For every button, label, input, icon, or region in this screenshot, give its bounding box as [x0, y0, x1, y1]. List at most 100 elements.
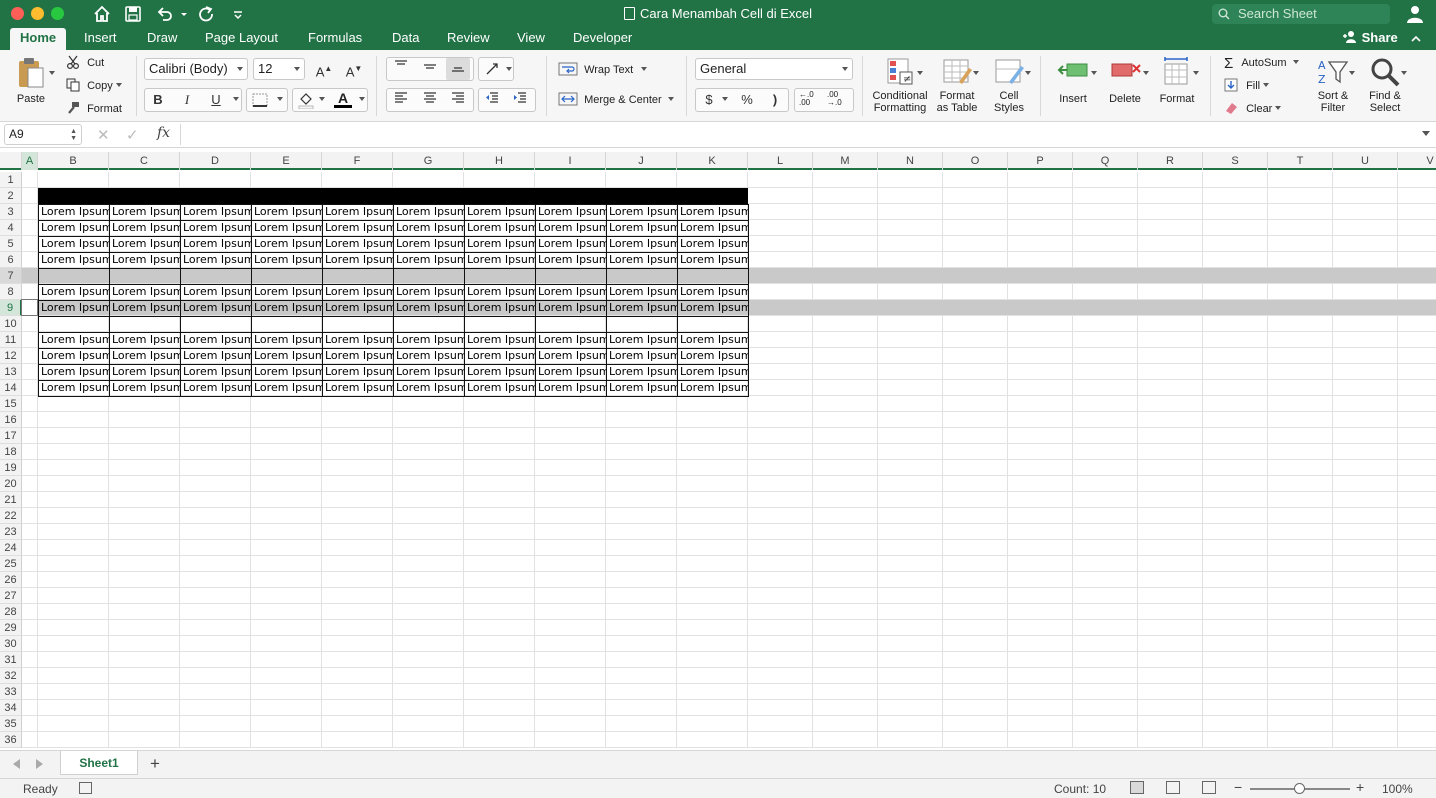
tab-view[interactable]: View — [507, 28, 555, 50]
column-header-e[interactable]: E — [251, 152, 322, 170]
table-cell-j7[interactable] — [606, 268, 678, 285]
row-header-22[interactable]: 22 — [0, 508, 22, 524]
table-cell-e11[interactable]: Lorem Ipsum — [251, 332, 323, 349]
align-center-button[interactable] — [418, 89, 442, 111]
column-header-f[interactable]: F — [322, 152, 393, 170]
row-header-20[interactable]: 20 — [0, 476, 22, 492]
column-header-c[interactable]: C — [109, 152, 180, 170]
table-cell-f6[interactable]: Lorem Ipsum — [322, 252, 394, 269]
table-cell-j11[interactable]: Lorem Ipsum — [606, 332, 678, 349]
column-header-i[interactable]: I — [535, 152, 606, 170]
column-header-v[interactable]: V — [1398, 152, 1436, 170]
column-header-k[interactable]: K — [677, 152, 748, 170]
sort-filter-button[interactable]: AZ Sort & Filter — [1310, 56, 1356, 114]
row-header-31[interactable]: 31 — [0, 652, 22, 668]
table-cell-e3[interactable]: Lorem Ipsum — [251, 204, 323, 221]
table-cell-b3[interactable]: Lorem Ipsum — [38, 204, 110, 221]
table-cell-d4[interactable]: Lorem Ipsum — [180, 220, 252, 237]
table-cell-j13[interactable]: Lorem Ipsum — [606, 364, 678, 381]
row-header-10[interactable]: 10 — [0, 316, 22, 332]
align-bottom-button[interactable] — [446, 58, 470, 80]
table-cell-e7[interactable] — [251, 268, 323, 285]
zoom-in-button[interactable]: + — [1356, 779, 1364, 795]
font-color-button[interactable]: A — [334, 90, 352, 108]
table-cell-g11[interactable]: Lorem Ipsum — [393, 332, 465, 349]
table-cell-d7[interactable] — [180, 268, 252, 285]
table-cell-h11[interactable]: Lorem Ipsum — [464, 332, 536, 349]
copy-button[interactable]: Copy — [66, 78, 122, 92]
table-header-band[interactable] — [38, 188, 748, 204]
add-sheet-button[interactable]: + — [150, 754, 160, 774]
column-header-q[interactable]: Q — [1073, 152, 1138, 170]
row-header-28[interactable]: 28 — [0, 604, 22, 620]
wrap-text-button[interactable]: Wrap Text — [558, 62, 648, 76]
decrease-font-size-button[interactable]: A▼ — [342, 58, 366, 80]
fill-color-button[interactable] — [298, 91, 314, 112]
table-cell-h4[interactable]: Lorem Ipsum — [464, 220, 536, 237]
table-cell-i3[interactable]: Lorem Ipsum — [535, 204, 607, 221]
table-cell-c4[interactable]: Lorem Ipsum — [109, 220, 181, 237]
table-cell-k6[interactable]: Lorem Ipsum — [677, 252, 749, 269]
table-cell-c14[interactable]: Lorem Ipsum — [109, 380, 181, 397]
table-cell-c11[interactable]: Lorem Ipsum — [109, 332, 181, 349]
enter-checkmark-icon[interactable]: ✓ — [126, 126, 139, 144]
table-cell-k3[interactable]: Lorem Ipsum — [677, 204, 749, 221]
normal-view-button[interactable] — [1130, 781, 1144, 794]
percent-button[interactable]: % — [735, 89, 759, 111]
currency-dropdown-icon[interactable] — [719, 94, 728, 106]
align-left-button[interactable] — [389, 89, 413, 111]
row-header-2[interactable]: 2 — [0, 188, 22, 204]
column-header-m[interactable]: M — [813, 152, 878, 170]
merge-center-button[interactable]: Merge & Center — [558, 92, 674, 106]
table-cell-f4[interactable]: Lorem Ipsum — [322, 220, 394, 237]
table-cell-g7[interactable] — [393, 268, 465, 285]
fill-color-dropdown-icon[interactable] — [316, 94, 325, 106]
column-header-b[interactable]: B — [38, 152, 109, 170]
table-cell-g6[interactable]: Lorem Ipsum — [393, 252, 465, 269]
row-header-36[interactable]: 36 — [0, 732, 22, 748]
row-header-6[interactable]: 6 — [0, 252, 22, 268]
increase-decimal-button[interactable]: ←.0.00 — [799, 91, 814, 107]
row-header-19[interactable]: 19 — [0, 460, 22, 476]
table-cell-j9[interactable]: Lorem Ipsum — [606, 300, 678, 317]
table-cell-f8[interactable]: Lorem Ipsum — [322, 284, 394, 301]
column-header-h[interactable]: H — [464, 152, 535, 170]
format-painter-button[interactable]: Format — [66, 101, 122, 115]
number-format-select[interactable]: General — [695, 58, 853, 80]
select-all-corner[interactable] — [0, 152, 22, 170]
table-cell-k4[interactable]: Lorem Ipsum — [677, 220, 749, 237]
row-header-3[interactable]: 3 — [0, 204, 22, 220]
table-cell-h13[interactable]: Lorem Ipsum — [464, 364, 536, 381]
sheet-tab-sheet1[interactable]: Sheet1 — [60, 751, 138, 775]
row-header-4[interactable]: 4 — [0, 220, 22, 236]
format-as-table-button[interactable]: Format as Table — [934, 56, 980, 114]
column-header-r[interactable]: R — [1138, 152, 1203, 170]
font-name-select[interactable]: Calibri (Body) — [144, 58, 248, 80]
table-cell-e6[interactable]: Lorem Ipsum — [251, 252, 323, 269]
table-cell-d14[interactable]: Lorem Ipsum — [180, 380, 252, 397]
table-cell-b5[interactable]: Lorem Ipsum — [38, 236, 110, 253]
align-middle-button[interactable] — [418, 58, 442, 80]
table-cell-e10[interactable] — [251, 316, 323, 333]
table-cell-j12[interactable]: Lorem Ipsum — [606, 348, 678, 365]
table-cell-f3[interactable]: Lorem Ipsum — [322, 204, 394, 221]
conditional-formatting-dropdown-icon[interactable] — [914, 68, 923, 80]
row-header-35[interactable]: 35 — [0, 716, 22, 732]
find-select-dropdown-icon[interactable] — [1398, 68, 1407, 80]
table-cell-d5[interactable]: Lorem Ipsum — [180, 236, 252, 253]
table-cell-k7[interactable] — [677, 268, 749, 285]
table-cell-g8[interactable]: Lorem Ipsum — [393, 284, 465, 301]
row-header-11[interactable]: 11 — [0, 332, 22, 348]
table-cell-j10[interactable] — [606, 316, 678, 333]
column-header-p[interactable]: P — [1008, 152, 1073, 170]
row-header-13[interactable]: 13 — [0, 364, 22, 380]
underline-dropdown-icon[interactable] — [230, 94, 239, 106]
cell-styles-dropdown-icon[interactable] — [1022, 68, 1031, 80]
table-cell-e8[interactable]: Lorem Ipsum — [251, 284, 323, 301]
table-cell-d11[interactable]: Lorem Ipsum — [180, 332, 252, 349]
tab-draw[interactable]: Draw — [137, 28, 187, 50]
table-cell-e4[interactable]: Lorem Ipsum — [251, 220, 323, 237]
table-cell-j5[interactable]: Lorem Ipsum — [606, 236, 678, 253]
format-as-table-dropdown-icon[interactable] — [970, 68, 979, 80]
table-cell-j8[interactable]: Lorem Ipsum — [606, 284, 678, 301]
